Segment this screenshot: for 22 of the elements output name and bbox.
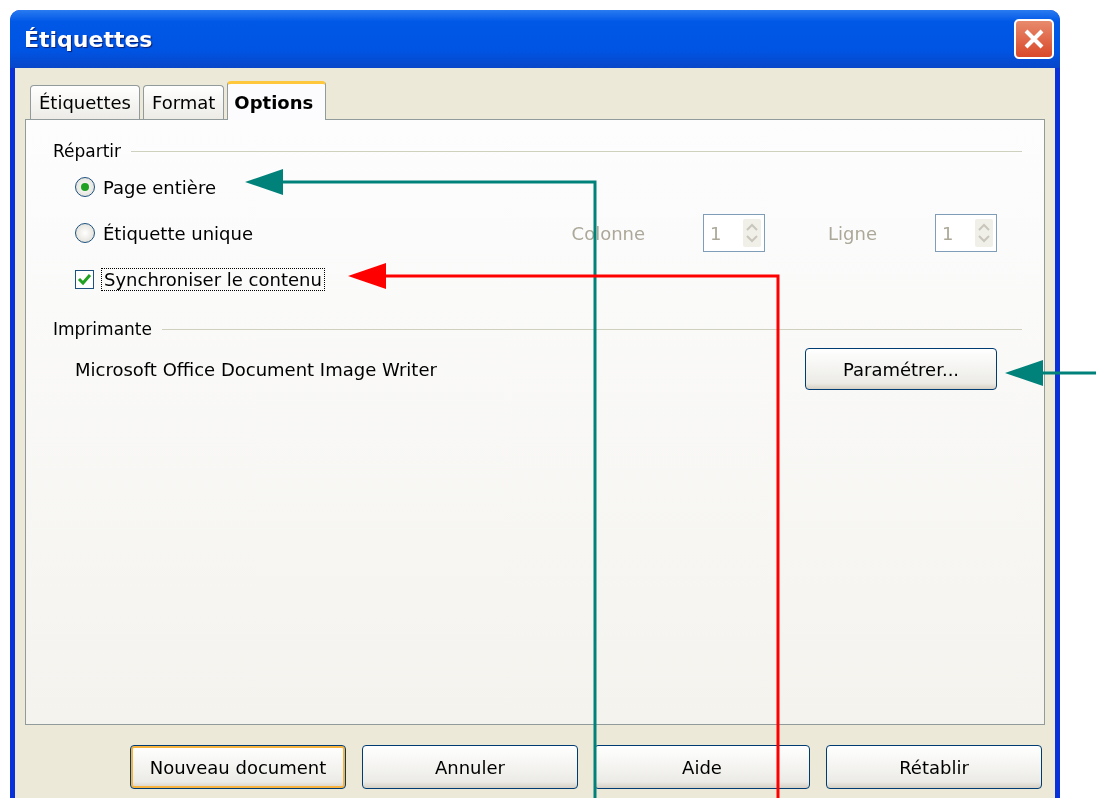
printer-name: Microsoft Office Document Image Writer xyxy=(75,358,437,380)
checkbox-label[interactable]: Synchroniser le contenu xyxy=(102,268,324,290)
section-title: Répartir xyxy=(53,141,122,161)
checkbox[interactable] xyxy=(75,269,94,289)
window-title: Étiquettes xyxy=(24,26,153,52)
radio-button[interactable] xyxy=(75,177,95,197)
setup-button[interactable]: Paramétrer... xyxy=(805,348,997,390)
section-title: Imprimante xyxy=(53,319,152,339)
spin-label: Ligne xyxy=(828,222,877,244)
check-icon xyxy=(77,271,92,287)
dialog-button[interactable]: Aide xyxy=(594,745,810,789)
tab[interactable]: Étiquettes xyxy=(30,85,140,119)
radio-button[interactable] xyxy=(75,223,95,243)
close-icon xyxy=(1023,28,1045,50)
tab[interactable]: Format xyxy=(142,85,225,119)
close-button[interactable] xyxy=(1014,19,1054,59)
dialog-button[interactable]: Rétablir xyxy=(826,745,1042,789)
dialog-button[interactable]: Nouveau document xyxy=(130,745,346,789)
radio-label[interactable]: Étiquette unique xyxy=(103,222,253,244)
tab[interactable]: Options xyxy=(227,81,327,120)
dialog-button[interactable]: Annuler xyxy=(362,745,578,789)
radio-label[interactable]: Page entière xyxy=(103,176,216,198)
